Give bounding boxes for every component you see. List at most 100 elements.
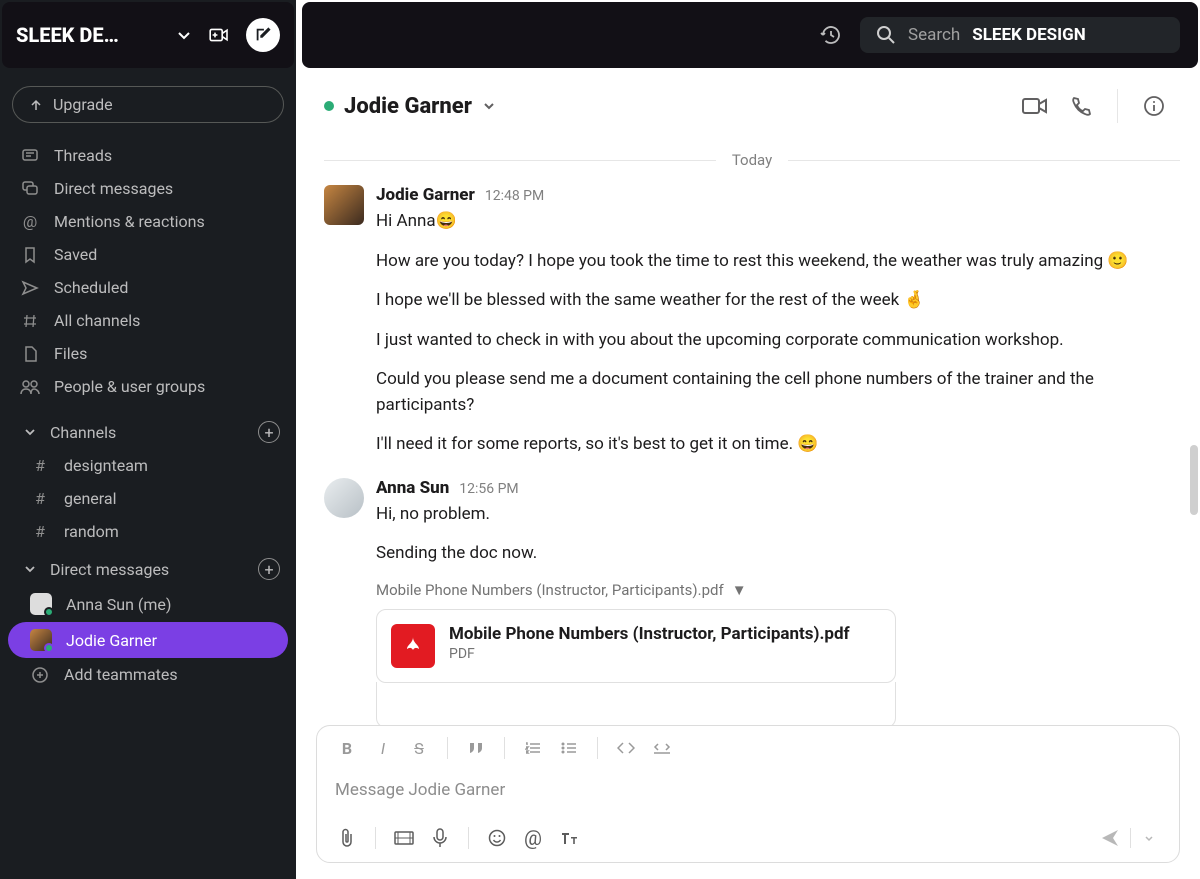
- timestamp: 12:56 PM: [459, 481, 518, 497]
- search-target: SLEEK DESIGN: [972, 25, 1085, 45]
- quote-button[interactable]: [460, 734, 492, 762]
- format-toolbar: B I S: [317, 726, 1179, 770]
- channel-designteam[interactable]: #designteam: [8, 449, 288, 482]
- attach-icon[interactable]: [331, 824, 363, 852]
- compose-icon[interactable]: [246, 18, 280, 52]
- hash-icon: #: [30, 522, 50, 541]
- chevron-down-icon[interactable]: [482, 99, 496, 113]
- all-channels-icon: [20, 313, 40, 329]
- message-text: Could you please send me a document cont…: [376, 367, 1180, 418]
- send-button-group: [1092, 824, 1165, 852]
- add-dm-icon[interactable]: +: [258, 558, 280, 580]
- nav-mentions[interactable]: @Mentions & reactions: [0, 205, 296, 238]
- nav-list: Threads Direct messages @Mentions & reac…: [0, 131, 296, 411]
- message-input[interactable]: Message Jodie Garner: [317, 770, 1179, 818]
- caret-down-icon: ▼: [732, 581, 747, 599]
- video-clip-icon[interactable]: [388, 824, 420, 852]
- strike-button[interactable]: S: [403, 734, 435, 762]
- video-call-icon[interactable]: [1017, 88, 1053, 124]
- avatar[interactable]: [324, 185, 364, 225]
- date-divider: Today: [324, 151, 1180, 169]
- dms-header[interactable]: Direct messages +: [0, 548, 296, 586]
- plus-circle-icon: [30, 666, 50, 684]
- send-button[interactable]: [1092, 824, 1128, 852]
- sender-name[interactable]: Jodie Garner: [376, 185, 475, 205]
- presence-indicator: [44, 607, 54, 617]
- message: Jodie Garner12:48 PM Hi Anna😄 How are yo…: [324, 185, 1180, 472]
- workspace-name: SLEEK DE…: [16, 23, 166, 47]
- search-placeholder: Search: [908, 25, 960, 45]
- nav-people[interactable]: People & user groups: [0, 370, 296, 403]
- dm-anna-sun[interactable]: Anna Sun (me): [8, 586, 288, 622]
- message-text: I'll need it for some reports, so it's b…: [376, 432, 1180, 458]
- channel-general[interactable]: #general: [8, 482, 288, 515]
- message-list[interactable]: Today Jodie Garner12:48 PM Hi Anna😄 How …: [296, 145, 1200, 725]
- avatar[interactable]: [324, 478, 364, 518]
- workspace-switcher[interactable]: SLEEK DE…: [2, 2, 294, 68]
- attachment-preview[interactable]: [376, 682, 896, 726]
- message-text: How are you today? I hope you took the t…: [376, 249, 1180, 275]
- hash-icon: #: [30, 489, 50, 508]
- attachment-label[interactable]: Mobile Phone Numbers (Instructor, Partic…: [376, 581, 1180, 599]
- pdf-icon: [391, 624, 435, 668]
- attachment-card[interactable]: Mobile Phone Numbers (Instructor, Partic…: [376, 609, 896, 683]
- add-channel-icon[interactable]: +: [258, 421, 280, 443]
- format-toggle-icon[interactable]: [553, 824, 585, 852]
- sender-name[interactable]: Anna Sun: [376, 478, 449, 498]
- upgrade-icon: [29, 98, 43, 112]
- message-text: Sending the doc now.: [376, 541, 1180, 567]
- people-icon: [20, 379, 40, 395]
- code-block-button[interactable]: [646, 734, 678, 762]
- ordered-list-button[interactable]: [517, 734, 549, 762]
- channel-random[interactable]: #random: [8, 515, 288, 548]
- attachment-name: Mobile Phone Numbers (Instructor, Partic…: [449, 624, 850, 644]
- nav-threads[interactable]: Threads: [0, 139, 296, 172]
- timestamp: 12:48 PM: [485, 188, 544, 204]
- mentions-icon: @: [20, 212, 40, 231]
- threads-icon: [20, 147, 40, 165]
- files-icon: [20, 345, 40, 363]
- chevron-down-icon: [20, 563, 40, 575]
- presence-indicator: [324, 101, 334, 111]
- hash-icon: #: [30, 456, 50, 475]
- avatar: [30, 629, 52, 651]
- chat-title[interactable]: Jodie Garner: [344, 94, 472, 119]
- code-button[interactable]: [610, 734, 642, 762]
- main-area: Search SLEEK DESIGN Jodie Garner Today J…: [296, 0, 1200, 879]
- bold-button[interactable]: B: [331, 734, 363, 762]
- phone-call-icon[interactable]: [1063, 88, 1099, 124]
- channels-header[interactable]: Channels +: [0, 411, 296, 449]
- nav-direct-messages[interactable]: Direct messages: [0, 172, 296, 205]
- search-input[interactable]: Search SLEEK DESIGN: [860, 17, 1180, 53]
- send-options-icon[interactable]: [1133, 824, 1165, 852]
- message-text: I just wanted to check in with you about…: [376, 328, 1180, 354]
- history-icon[interactable]: [820, 24, 842, 46]
- info-icon[interactable]: [1136, 88, 1172, 124]
- bookmark-icon: [20, 246, 40, 264]
- presence-indicator: [44, 643, 54, 653]
- avatar: [30, 593, 52, 615]
- nav-all-channels[interactable]: All channels: [0, 304, 296, 337]
- add-teammates[interactable]: Add teammates: [8, 658, 288, 691]
- dm-jodie-garner[interactable]: Jodie Garner: [8, 622, 288, 658]
- upgrade-button[interactable]: Upgrade: [12, 86, 284, 123]
- italic-button[interactable]: I: [367, 734, 399, 762]
- mention-icon[interactable]: @: [517, 824, 549, 852]
- nav-saved[interactable]: Saved: [0, 238, 296, 271]
- chat-header: Jodie Garner: [296, 68, 1200, 145]
- mic-icon[interactable]: [424, 824, 456, 852]
- message: Anna Sun12:56 PM Hi, no problem. Sending…: [324, 478, 1180, 726]
- scrollbar[interactable]: [1190, 445, 1198, 515]
- emoji-icon[interactable]: [481, 824, 513, 852]
- dm-icon: [20, 180, 40, 198]
- upgrade-label: Upgrade: [53, 95, 113, 114]
- nav-files[interactable]: Files: [0, 337, 296, 370]
- scheduled-icon: [20, 280, 40, 296]
- message-composer: B I S Message Jodie Garner @: [316, 725, 1180, 863]
- composer-actions: @: [317, 818, 1179, 862]
- sidebar: SLEEK DE… Upgrade Threads Direct message…: [0, 0, 296, 879]
- chevron-down-icon: [20, 426, 40, 438]
- bullet-list-button[interactable]: [553, 734, 585, 762]
- nav-scheduled[interactable]: Scheduled: [0, 271, 296, 304]
- new-huddle-icon[interactable]: [202, 18, 236, 52]
